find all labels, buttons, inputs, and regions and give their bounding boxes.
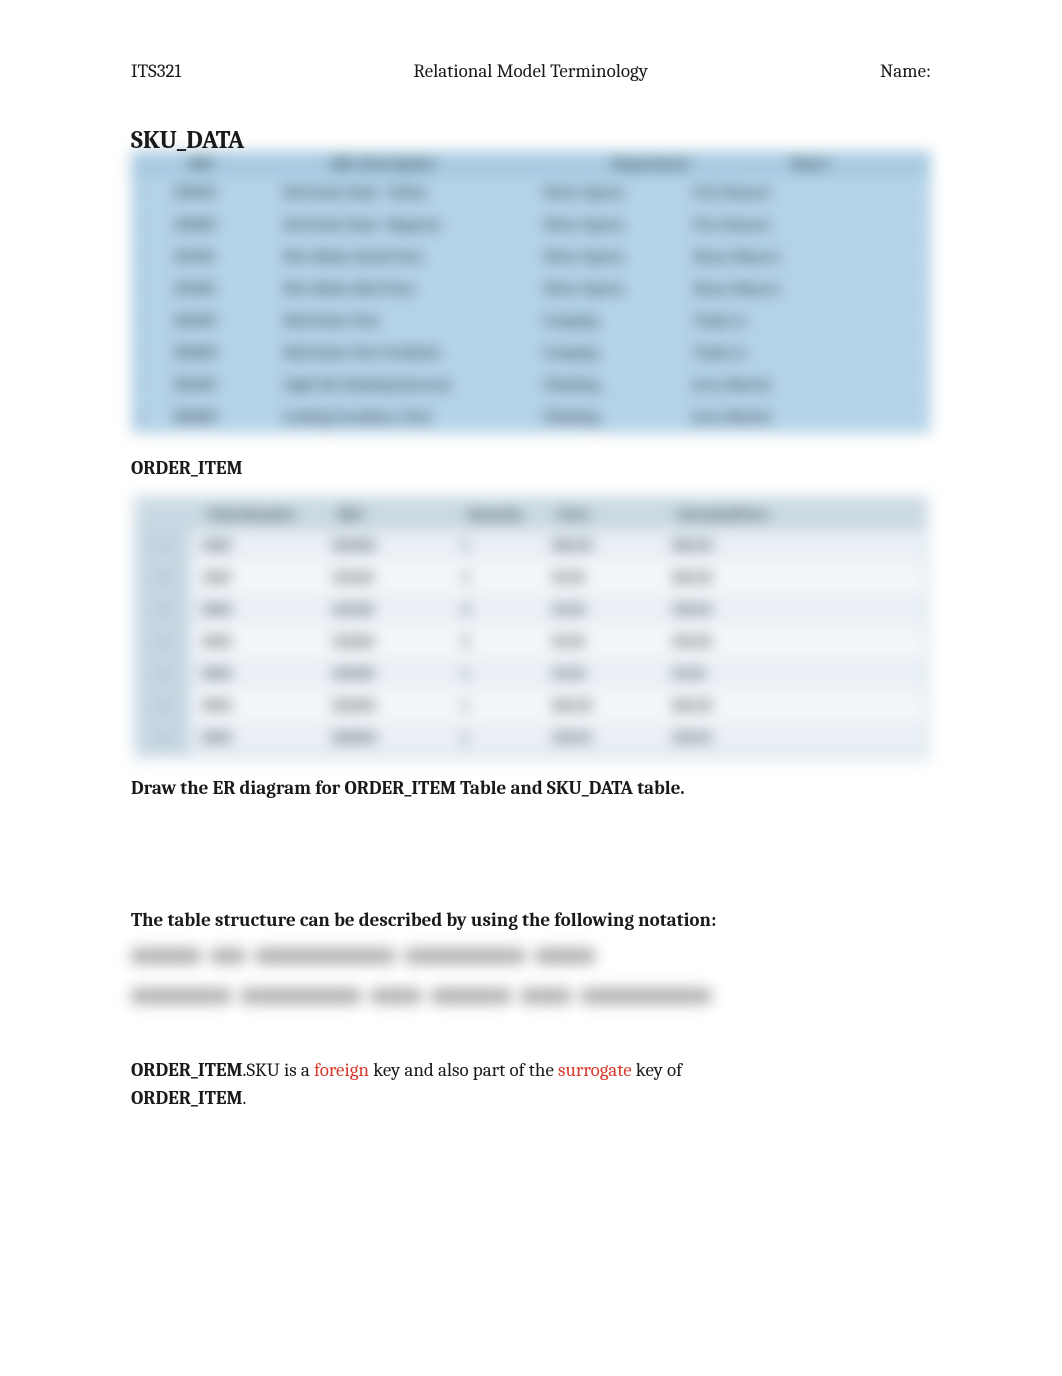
instruction-notation: The table structure can be described by … — [131, 909, 931, 931]
final-text8: . — [243, 1087, 247, 1109]
name-label: Name: — [880, 60, 931, 82]
order-item-table: OrderNumber SKU Quantity Price ExtendedP… — [131, 493, 931, 761]
notation-line-2 — [131, 985, 931, 1007]
col-sku: SKU — [189, 155, 291, 172]
table-row: 7301000Light Fly Climbing HarnessClimbin… — [131, 369, 931, 401]
final-bold2: ORDER_ITEM — [131, 1087, 243, 1109]
table-row: 630002010001300.00300.00 — [138, 690, 924, 722]
table-row: 730002020001130.00130.00 — [138, 722, 924, 754]
final-text2: .SKU is a — [243, 1059, 314, 1081]
col-sku2: SKU — [338, 506, 468, 523]
table-row: 1100100Std Scuba Tank - YellowWater Spor… — [131, 177, 931, 209]
final-text6: key of — [632, 1059, 682, 1081]
col-buyer: Buyer — [792, 155, 931, 172]
table-row: 3101100Dive Mask, Small ClearWater Sport… — [131, 241, 931, 273]
table-row: 4101200Dive Mask, Med ClearWater SportsN… — [131, 273, 931, 305]
final-red-surrogate: surrogate — [558, 1059, 632, 1081]
col-sku-desc: SKU_Description — [331, 155, 572, 172]
table-row: 53000101200150.0050.00 — [138, 658, 924, 690]
final-red-foreign: foreign — [314, 1059, 369, 1081]
notation-block — [131, 945, 931, 1007]
col-ext: ExtendedPrice — [678, 506, 798, 523]
table-row: 5201000Half-dome TentCampingCindy Lo — [131, 305, 931, 337]
final-bold1: ORDER_ITEM — [131, 1059, 243, 1081]
col-qty: Quantity — [468, 506, 558, 523]
col-ordernum: OrderNumber — [208, 506, 338, 523]
final-statement: ORDER_ITEM.SKU is a foreign key and also… — [131, 1057, 931, 1112]
sku-data-table: SKU SKU_Description Department Buyer 110… — [131, 151, 931, 433]
table-row: 110002010001300.00300.00 — [138, 530, 924, 562]
col-dept: Department — [613, 155, 752, 172]
doc-title: Relational Model Terminology — [413, 60, 648, 82]
sku-data-heading: SKU_DATA — [131, 126, 931, 155]
order-item-heading: ORDER_ITEM — [131, 457, 931, 479]
table-row: 8302000Locking Carabiner, OvalClimbingJe… — [131, 401, 931, 433]
instruction-er-diagram: Draw the ER diagram for ORDER_ITEM Table… — [131, 777, 931, 799]
course-code: ITS321 — [131, 60, 181, 82]
final-text4: key and also part of the — [369, 1059, 558, 1081]
table-row: 42000101200250.00100.00 — [138, 626, 924, 658]
doc-header: ITS321 Relational Model Terminology Name… — [131, 60, 931, 82]
table-row: 6202000Half-dome Tent VestibuleCampingCi… — [131, 337, 931, 369]
table-row: 2100200Std Scuba Tank - MagentaWater Spo… — [131, 209, 931, 241]
table-row: 32000101100250.00100.00 — [138, 594, 924, 626]
table-row: 21000101100450.00200.00 — [138, 562, 924, 594]
notation-line-1 — [131, 945, 931, 967]
col-price: Price — [558, 506, 678, 523]
